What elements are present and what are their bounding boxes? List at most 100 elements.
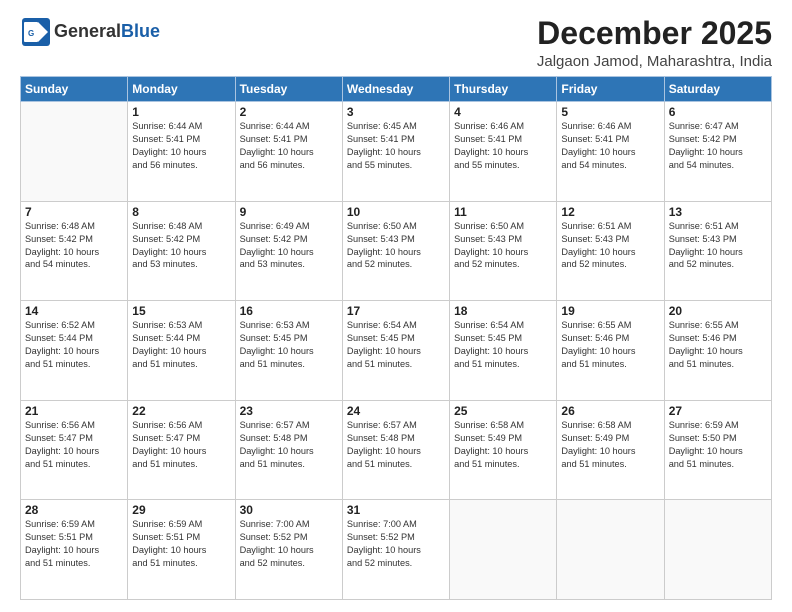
calendar-week-row: 28Sunrise: 6:59 AM Sunset: 5:51 PM Dayli… [21,500,772,600]
logo-icon: G [20,16,52,48]
calendar-cell: 16Sunrise: 6:53 AM Sunset: 5:45 PM Dayli… [235,301,342,401]
cell-info: Sunrise: 6:45 AM Sunset: 5:41 PM Dayligh… [347,120,445,172]
calendar-body: 1Sunrise: 6:44 AM Sunset: 5:41 PM Daylig… [21,102,772,600]
cell-day-number: 5 [561,105,659,119]
cell-day-number: 1 [132,105,230,119]
cell-info: Sunrise: 6:49 AM Sunset: 5:42 PM Dayligh… [240,220,338,272]
cell-info: Sunrise: 6:50 AM Sunset: 5:43 PM Dayligh… [454,220,552,272]
cell-day-number: 17 [347,304,445,318]
logo: G GeneralBlue [20,16,160,48]
cell-info: Sunrise: 6:58 AM Sunset: 5:49 PM Dayligh… [454,419,552,471]
weekday-header-saturday: Saturday [664,77,771,102]
calendar-cell: 13Sunrise: 6:51 AM Sunset: 5:43 PM Dayli… [664,201,771,301]
cell-info: Sunrise: 6:59 AM Sunset: 5:50 PM Dayligh… [669,419,767,471]
cell-day-number: 21 [25,404,123,418]
cell-info: Sunrise: 6:51 AM Sunset: 5:43 PM Dayligh… [561,220,659,272]
cell-day-number: 29 [132,503,230,517]
weekday-header-wednesday: Wednesday [342,77,449,102]
calendar-cell [21,102,128,202]
cell-day-number: 10 [347,205,445,219]
cell-info: Sunrise: 6:52 AM Sunset: 5:44 PM Dayligh… [25,319,123,371]
calendar-cell: 19Sunrise: 6:55 AM Sunset: 5:46 PM Dayli… [557,301,664,401]
calendar-cell: 21Sunrise: 6:56 AM Sunset: 5:47 PM Dayli… [21,400,128,500]
cell-day-number: 30 [240,503,338,517]
calendar-week-row: 21Sunrise: 6:56 AM Sunset: 5:47 PM Dayli… [21,400,772,500]
calendar-cell: 2Sunrise: 6:44 AM Sunset: 5:41 PM Daylig… [235,102,342,202]
calendar-cell: 30Sunrise: 7:00 AM Sunset: 5:52 PM Dayli… [235,500,342,600]
header: G GeneralBlue December 2025 Jalgaon Jamo… [20,16,772,70]
calendar-cell: 8Sunrise: 6:48 AM Sunset: 5:42 PM Daylig… [128,201,235,301]
calendar-cell: 5Sunrise: 6:46 AM Sunset: 5:41 PM Daylig… [557,102,664,202]
cell-info: Sunrise: 6:50 AM Sunset: 5:43 PM Dayligh… [347,220,445,272]
calendar-cell: 22Sunrise: 6:56 AM Sunset: 5:47 PM Dayli… [128,400,235,500]
calendar-cell: 27Sunrise: 6:59 AM Sunset: 5:50 PM Dayli… [664,400,771,500]
calendar-cell: 25Sunrise: 6:58 AM Sunset: 5:49 PM Dayli… [450,400,557,500]
cell-day-number: 23 [240,404,338,418]
page: G GeneralBlue December 2025 Jalgaon Jamo… [0,0,792,612]
calendar-cell: 7Sunrise: 6:48 AM Sunset: 5:42 PM Daylig… [21,201,128,301]
calendar-cell: 9Sunrise: 6:49 AM Sunset: 5:42 PM Daylig… [235,201,342,301]
weekday-header-friday: Friday [557,77,664,102]
calendar-cell [664,500,771,600]
cell-day-number: 20 [669,304,767,318]
calendar-cell: 20Sunrise: 6:55 AM Sunset: 5:46 PM Dayli… [664,301,771,401]
calendar-header-row: SundayMondayTuesdayWednesdayThursdayFrid… [21,77,772,102]
cell-info: Sunrise: 6:55 AM Sunset: 5:46 PM Dayligh… [561,319,659,371]
cell-info: Sunrise: 6:57 AM Sunset: 5:48 PM Dayligh… [240,419,338,471]
cell-info: Sunrise: 6:48 AM Sunset: 5:42 PM Dayligh… [132,220,230,272]
cell-info: Sunrise: 6:48 AM Sunset: 5:42 PM Dayligh… [25,220,123,272]
cell-day-number: 28 [25,503,123,517]
weekday-header-thursday: Thursday [450,77,557,102]
cell-day-number: 4 [454,105,552,119]
cell-day-number: 19 [561,304,659,318]
cell-info: Sunrise: 6:54 AM Sunset: 5:45 PM Dayligh… [454,319,552,371]
cell-info: Sunrise: 6:59 AM Sunset: 5:51 PM Dayligh… [25,518,123,570]
calendar-cell: 24Sunrise: 6:57 AM Sunset: 5:48 PM Dayli… [342,400,449,500]
calendar-table: SundayMondayTuesdayWednesdayThursdayFrid… [20,76,772,600]
calendar-cell: 1Sunrise: 6:44 AM Sunset: 5:41 PM Daylig… [128,102,235,202]
cell-day-number: 7 [25,205,123,219]
cell-day-number: 6 [669,105,767,119]
cell-day-number: 16 [240,304,338,318]
cell-info: Sunrise: 7:00 AM Sunset: 5:52 PM Dayligh… [347,518,445,570]
cell-info: Sunrise: 6:54 AM Sunset: 5:45 PM Dayligh… [347,319,445,371]
cell-day-number: 15 [132,304,230,318]
weekday-header-monday: Monday [128,77,235,102]
title-block: December 2025 Jalgaon Jamod, Maharashtra… [537,16,772,70]
calendar-cell: 11Sunrise: 6:50 AM Sunset: 5:43 PM Dayli… [450,201,557,301]
cell-info: Sunrise: 6:46 AM Sunset: 5:41 PM Dayligh… [561,120,659,172]
calendar-cell: 15Sunrise: 6:53 AM Sunset: 5:44 PM Dayli… [128,301,235,401]
cell-day-number: 3 [347,105,445,119]
cell-day-number: 12 [561,205,659,219]
cell-info: Sunrise: 7:00 AM Sunset: 5:52 PM Dayligh… [240,518,338,570]
calendar-cell [557,500,664,600]
cell-day-number: 31 [347,503,445,517]
calendar-cell: 28Sunrise: 6:59 AM Sunset: 5:51 PM Dayli… [21,500,128,600]
cell-info: Sunrise: 6:53 AM Sunset: 5:45 PM Dayligh… [240,319,338,371]
cell-day-number: 14 [25,304,123,318]
calendar-cell: 23Sunrise: 6:57 AM Sunset: 5:48 PM Dayli… [235,400,342,500]
cell-day-number: 25 [454,404,552,418]
calendar-cell: 17Sunrise: 6:54 AM Sunset: 5:45 PM Dayli… [342,301,449,401]
calendar-cell: 29Sunrise: 6:59 AM Sunset: 5:51 PM Dayli… [128,500,235,600]
weekday-header-tuesday: Tuesday [235,77,342,102]
calendar-cell: 26Sunrise: 6:58 AM Sunset: 5:49 PM Dayli… [557,400,664,500]
cell-day-number: 11 [454,205,552,219]
calendar-cell: 6Sunrise: 6:47 AM Sunset: 5:42 PM Daylig… [664,102,771,202]
weekday-header-sunday: Sunday [21,77,128,102]
cell-info: Sunrise: 6:58 AM Sunset: 5:49 PM Dayligh… [561,419,659,471]
location-title: Jalgaon Jamod, Maharashtra, India [537,53,772,70]
calendar-cell: 4Sunrise: 6:46 AM Sunset: 5:41 PM Daylig… [450,102,557,202]
cell-day-number: 24 [347,404,445,418]
calendar-cell: 18Sunrise: 6:54 AM Sunset: 5:45 PM Dayli… [450,301,557,401]
calendar-cell: 10Sunrise: 6:50 AM Sunset: 5:43 PM Dayli… [342,201,449,301]
cell-info: Sunrise: 6:47 AM Sunset: 5:42 PM Dayligh… [669,120,767,172]
cell-day-number: 26 [561,404,659,418]
calendar-cell: 3Sunrise: 6:45 AM Sunset: 5:41 PM Daylig… [342,102,449,202]
svg-text:G: G [28,29,34,38]
month-title: December 2025 [537,16,772,51]
calendar-cell [450,500,557,600]
calendar-week-row: 1Sunrise: 6:44 AM Sunset: 5:41 PM Daylig… [21,102,772,202]
calendar-week-row: 14Sunrise: 6:52 AM Sunset: 5:44 PM Dayli… [21,301,772,401]
logo-general-text: GeneralBlue [54,21,160,41]
